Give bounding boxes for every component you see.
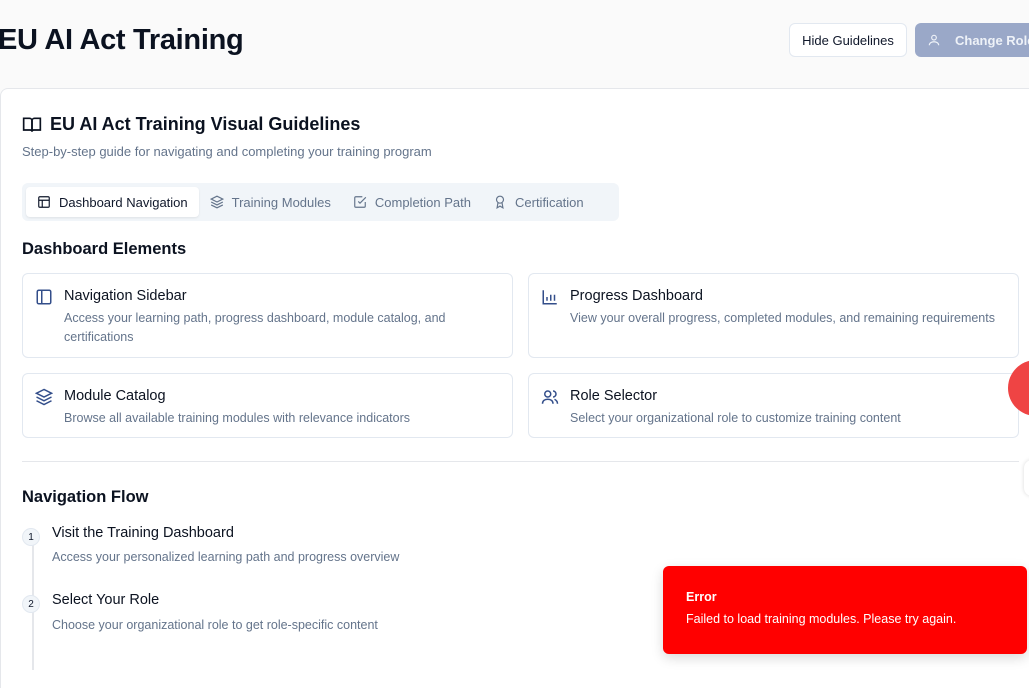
tab-label: Certification — [515, 194, 584, 210]
element-card-navigation-sidebar: Navigation Sidebar Access your learning … — [22, 273, 513, 358]
check-square-icon — [354, 196, 367, 208]
tab-dashboard-navigation[interactable]: Dashboard Navigation — [26, 187, 199, 217]
tab-training-modules[interactable]: Training Modules — [199, 187, 342, 217]
element-card-module-catalog: Module Catalog Browse all available trai… — [22, 373, 513, 438]
layers-icon — [35, 388, 53, 406]
element-desc: Select your organizational role to custo… — [570, 411, 901, 425]
top-bar: EU AI Act Training Hide Guidelines Chang… — [0, 0, 1029, 88]
step-desc: Access your personalized learning path a… — [52, 550, 400, 564]
error-toast[interactable]: Error Failed to load training modules. P… — [663, 566, 1027, 654]
step-title: Visit the Training Dashboard — [52, 525, 234, 541]
sidebar-icon — [36, 289, 52, 305]
guidelines-tabs: Dashboard Navigation Training Modules Co… — [22, 183, 619, 221]
book-open-icon — [22, 117, 42, 132]
side-panel-handle[interactable] — [1024, 460, 1029, 496]
section-divider — [22, 461, 1019, 462]
step-number: 2 — [22, 595, 40, 613]
guidelines-header: EU AI Act Training Visual Guidelines — [22, 114, 360, 135]
guidelines-subtitle: Step-by-step guide for navigating and co… — [22, 144, 432, 159]
user-icon — [928, 34, 940, 46]
page-title: EU AI Act Training — [0, 24, 244, 56]
guidelines-title: EU AI Act Training Visual Guidelines — [50, 114, 361, 134]
element-title: Module Catalog — [64, 388, 166, 404]
users-icon — [541, 390, 559, 404]
tab-completion-path[interactable]: Completion Path — [342, 187, 482, 217]
bar-chart-icon — [542, 290, 557, 305]
element-title: Role Selector — [570, 388, 658, 404]
tab-certification[interactable]: Certification — [482, 187, 595, 217]
element-desc: View your overall progress, completed mo… — [570, 311, 995, 325]
navigation-flow-heading: Navigation Flow — [22, 488, 149, 506]
element-title: Navigation Sidebar — [64, 288, 187, 304]
hide-guidelines-button[interactable]: Hide Guidelines — [789, 23, 907, 57]
element-card-role-selector: Role Selector Select your organizational… — [528, 373, 1019, 438]
toast-message: Failed to load training modules. Please … — [686, 612, 957, 626]
change-role-button[interactable]: Change Role — [915, 23, 1029, 57]
toast-title: Error — [686, 590, 717, 604]
tab-label: Training Modules — [231, 194, 331, 210]
step-desc: Choose your organizational role to get r… — [52, 618, 378, 632]
layers-icon — [209, 195, 224, 209]
dashboard-elements-heading: Dashboard Elements — [22, 240, 187, 258]
tab-label: Dashboard Navigation — [59, 194, 188, 210]
step-title: Select Your Role — [52, 592, 160, 608]
award-icon — [495, 195, 505, 209]
element-desc: Access your learning path, progress dash… — [64, 311, 446, 344]
step-number: 1 — [22, 528, 40, 546]
layout-icon — [38, 196, 50, 208]
element-title: Progress Dashboard — [570, 288, 703, 304]
change-role-label: Change Role — [955, 32, 1029, 48]
element-card-progress-dashboard: Progress Dashboard View your overall pro… — [528, 273, 1019, 358]
tab-label: Completion Path — [374, 194, 471, 210]
element-desc: Browse all available training modules wi… — [64, 411, 411, 425]
